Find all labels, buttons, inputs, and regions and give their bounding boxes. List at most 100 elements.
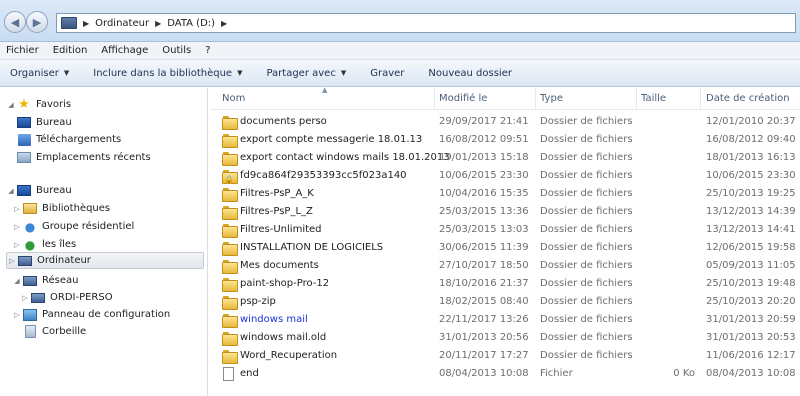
file-row[interactable]: windows mail.old 31/01/2013 20:56 Dossier … <box>210 329 800 347</box>
file-type: Dossier de fichiers <box>540 260 633 271</box>
file-row[interactable]: Filtres-PsP_L_Z 25/03/2015 13:36 Dossier d… <box>210 203 800 221</box>
file-row[interactable]: export contact windows mails 18.01.2013 1… <box>210 149 800 167</box>
computer-icon <box>61 17 77 29</box>
nav-reseau-label: Réseau <box>42 275 79 286</box>
nav-bibliotheques-label: Bibliothèques <box>42 203 111 214</box>
file-type: Dossier de fichiers <box>540 116 633 127</box>
share-with-button[interactable]: Partager avec ▼ <box>266 68 346 79</box>
nav-panneau-label: Panneau de configuration <box>42 309 171 320</box>
file-row[interactable]: Filtres-Unlimited 25/03/2015 13:03 Dossier… <box>210 221 800 239</box>
sort-ascending-icon: ▲ <box>322 86 328 94</box>
include-library-button[interactable]: Inclure dans la bibliothèque ▼ <box>93 68 242 79</box>
file-row[interactable]: psp-zip 18/02/2015 08:40 Dossier de fichie… <box>210 293 800 311</box>
file-row[interactable]: Filtres-PsP_A_K 10/04/2016 15:35 Dossier d… <box>210 185 800 203</box>
file-row[interactable]: 🔒 fd9ca864f29353393cc5f023a140 10/06/2015 … <box>210 167 800 185</box>
menu-affichage[interactable]: Affichage <box>101 45 148 56</box>
column-divider[interactable] <box>535 88 536 110</box>
file-row[interactable]: windows mail 22/11/2017 13:26 Dossier de f… <box>210 311 800 329</box>
file-size: 0 Ko <box>673 368 695 379</box>
expand-icon[interactable]: ▷ <box>20 294 30 302</box>
folder-icon <box>222 296 238 310</box>
collapse-icon[interactable]: ◢ <box>6 101 16 109</box>
file-name: psp-zip <box>240 296 276 307</box>
file-created: 05/09/2013 11:05 <box>706 260 796 271</box>
navigation-pane: ◢ ★ Favoris Bureau Téléchargements Empla… <box>0 88 208 396</box>
menu-help[interactable]: ? <box>205 45 210 56</box>
file-icon <box>223 367 234 381</box>
file-row[interactable]: Mes documents 27/10/2017 18:50 Dossier de … <box>210 257 800 275</box>
collapse-icon[interactable]: ◢ <box>6 187 16 195</box>
chevron-right-icon[interactable]: ▶ <box>83 19 89 28</box>
file-row[interactable]: INSTALLATION DE LOGICIELS 30/06/2015 11:3… <box>210 239 800 257</box>
file-row[interactable]: paint-shop-Pro-12 18/10/2016 21:37 Dossier… <box>210 275 800 293</box>
column-divider[interactable] <box>434 88 435 110</box>
expand-icon[interactable]: ▷ <box>12 223 22 231</box>
network-icon <box>23 275 37 286</box>
nav-reseau[interactable]: ◢ Réseau <box>12 272 78 289</box>
back-button[interactable]: ◀ <box>4 11 26 33</box>
nav-iles-label: les îles <box>42 239 77 250</box>
nav-emplacements-recents[interactable]: Emplacements récents <box>16 149 151 166</box>
file-row[interactable]: Word_Recuperation 20/11/2017 17:27 Dossier… <box>210 347 800 365</box>
homegroup-icon: ● <box>24 219 36 234</box>
file-created: 10/06/2015 23:30 <box>706 170 796 181</box>
nav-groupe-residentiel[interactable]: ▷ ● Groupe résidentiel <box>12 218 134 235</box>
column-type[interactable]: Type <box>540 93 563 104</box>
collapse-icon[interactable]: ◢ <box>12 277 22 285</box>
file-type: Fichier <box>540 368 573 379</box>
nav-bureau[interactable]: ◢ Bureau <box>6 182 72 199</box>
chevron-right-icon[interactable]: ▶ <box>155 19 161 28</box>
nav-panneau-configuration[interactable]: ▷ Panneau de configuration <box>12 306 170 323</box>
nav-telechargements[interactable]: Téléchargements <box>16 131 121 148</box>
column-divider[interactable] <box>636 88 637 110</box>
file-type: Dossier de fichiers <box>540 188 633 199</box>
breadcrumb-data-drive[interactable]: DATA (D:) <box>167 18 215 29</box>
nav-ordinateur[interactable]: ▷ Ordinateur <box>6 252 204 269</box>
column-modified[interactable]: Modifié le <box>439 93 487 104</box>
nav-ordi-perso[interactable]: ▷ ORDI-PERSO <box>20 289 113 306</box>
address-bar[interactable]: ▶ Ordinateur ▶ DATA (D:) ▶ <box>56 13 796 33</box>
expand-icon[interactable]: ▷ <box>12 311 22 319</box>
column-size[interactable]: Taille <box>641 93 666 104</box>
file-row[interactable]: end 08/04/2013 10:08 Fichier 0 Ko 08/04/2013… <box>210 365 800 383</box>
nav-favoris[interactable]: ◢ ★ Favoris <box>6 96 71 113</box>
organiser-button[interactable]: Organiser ▼ <box>10 68 69 79</box>
expand-icon[interactable]: ▷ <box>12 241 22 249</box>
file-name: windows mail <box>240 314 308 325</box>
computer-icon <box>31 292 45 303</box>
file-modified: 31/01/2013 20:56 <box>439 332 529 343</box>
nav-corbeille[interactable]: Corbeille <box>22 323 86 340</box>
file-name: Word_Recuperation <box>240 350 338 361</box>
file-modified: 27/10/2017 18:50 <box>439 260 529 271</box>
forward-button[interactable]: ▶ <box>26 11 48 33</box>
file-modified: 10/06/2015 23:30 <box>439 170 529 181</box>
file-row[interactable]: documents perso 29/09/2017 21:41 Dossier d… <box>210 113 800 131</box>
menu-fichier[interactable]: Fichier <box>6 45 39 56</box>
desktop-icon <box>17 185 31 196</box>
column-name[interactable]: Nom <box>222 93 245 104</box>
burn-button[interactable]: Graver <box>370 68 404 79</box>
nav-ordi-perso-label: ORDI-PERSO <box>50 292 113 303</box>
column-created[interactable]: Date de création <box>706 93 790 104</box>
file-created: 11/06/2016 12:17 <box>706 350 796 361</box>
new-folder-button[interactable]: Nouveau dossier <box>428 68 512 79</box>
file-row[interactable]: export compte messagerie 18.01.13 16/08/2… <box>210 131 800 149</box>
expand-icon[interactable]: ▷ <box>12 205 22 213</box>
expand-icon[interactable]: ▷ <box>7 257 17 265</box>
nav-bureau-favori[interactable]: Bureau <box>16 114 72 131</box>
nav-les-iles[interactable]: ▷ ● les îles <box>12 236 76 253</box>
file-created: 13/12/2013 14:39 <box>706 206 796 217</box>
chevron-right-icon[interactable]: ▶ <box>221 19 227 28</box>
file-created: 13/12/2013 14:41 <box>706 224 796 235</box>
file-name: end <box>240 368 259 379</box>
menu-outils[interactable]: Outils <box>162 45 191 56</box>
nav-bibliotheques[interactable]: ▷ Bibliothèques <box>12 200 110 217</box>
menu-edition[interactable]: Edition <box>53 45 88 56</box>
file-modified: 18/02/2015 08:40 <box>439 296 529 307</box>
column-divider[interactable] <box>700 88 701 110</box>
breadcrumb-ordinateur[interactable]: Ordinateur <box>95 18 149 29</box>
chevron-down-icon: ▼ <box>237 69 243 77</box>
file-modified: 25/03/2015 13:03 <box>439 224 529 235</box>
file-type: Dossier de fichiers <box>540 134 633 145</box>
menu-bar: Fichier Edition Affichage Outils ? <box>0 42 800 60</box>
